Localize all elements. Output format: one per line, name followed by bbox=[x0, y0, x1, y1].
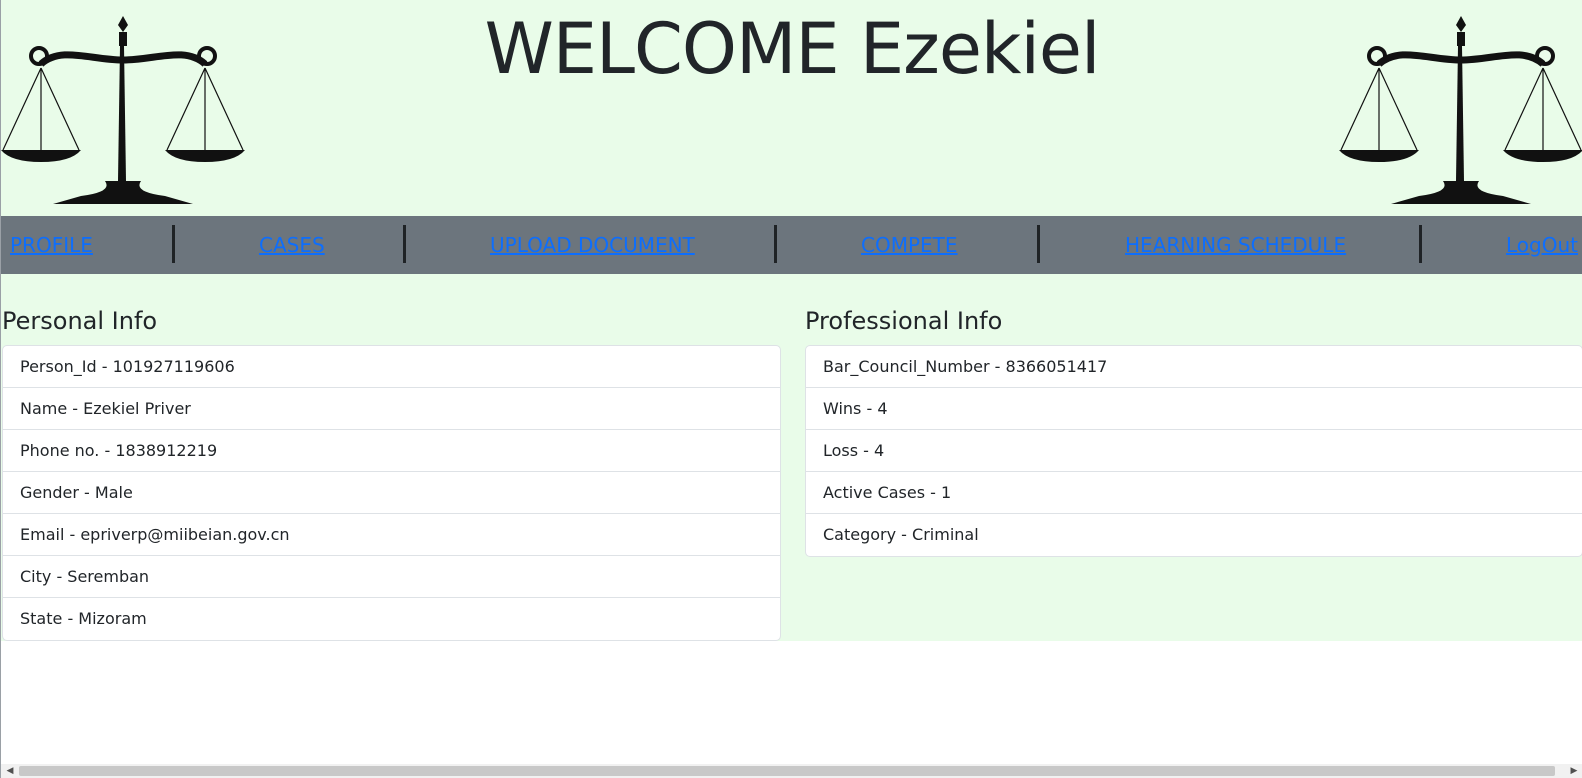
nav-divider bbox=[774, 225, 777, 263]
list-item-email: Email - epriverp@miibeian.gov.cn bbox=[3, 514, 780, 556]
page: WELCOME Ezekiel PROFILE CASES UPLOAD DOC… bbox=[0, 0, 1582, 778]
nav-link-profile[interactable]: PROFILE bbox=[10, 232, 93, 258]
scales-of-justice-icon bbox=[1339, 16, 1582, 204]
nav-link-hearning-schedule[interactable]: HEARNING SCHEDULE bbox=[1125, 232, 1346, 258]
nav-divider bbox=[1037, 225, 1040, 263]
scroll-left-arrow-icon[interactable]: ◀ bbox=[3, 764, 17, 778]
list-item-wins: Wins - 4 bbox=[806, 388, 1582, 430]
nav-link-cases[interactable]: CASES bbox=[259, 232, 325, 258]
scroll-right-arrow-icon[interactable]: ▶ bbox=[1567, 764, 1581, 778]
personal-info-heading: Personal Info bbox=[2, 307, 158, 335]
nav-divider bbox=[1419, 225, 1422, 263]
main-navbar: PROFILE CASES UPLOAD DOCUMENT COMPETE HE… bbox=[1, 216, 1582, 274]
list-item-bar-council-number: Bar_Council_Number - 8366051417 bbox=[806, 346, 1582, 388]
list-item-person-id: Person_Id - 101927119606 bbox=[3, 346, 780, 388]
header-banner: WELCOME Ezekiel bbox=[1, 0, 1582, 216]
nav-link-logout[interactable]: LogOut bbox=[1506, 232, 1578, 258]
professional-info-list: Bar_Council_Number - 8366051417 Wins - 4… bbox=[805, 345, 1582, 557]
nav-divider bbox=[403, 225, 406, 263]
scrollbar-thumb[interactable] bbox=[19, 766, 1555, 776]
list-item-gender: Gender - Male bbox=[3, 472, 780, 514]
list-item-city: City - Seremban bbox=[3, 556, 780, 598]
list-item-category: Category - Criminal bbox=[823, 525, 979, 544]
list-item-name: Name - Ezekiel Priver bbox=[3, 388, 780, 430]
nav-link-compete[interactable]: COMPETE bbox=[861, 232, 958, 258]
horizontal-scrollbar[interactable]: ◀ ▶ bbox=[1, 764, 1582, 778]
nav-link-upload-document[interactable]: UPLOAD DOCUMENT bbox=[490, 232, 695, 258]
profile-content: Personal Info Person_Id - 101927119606 N… bbox=[1, 274, 1582, 641]
list-item-phone: Phone no. - 1838912219 bbox=[3, 430, 780, 472]
professional-info-heading: Professional Info bbox=[805, 307, 1003, 335]
list-item-state: State - Mizoram bbox=[20, 609, 147, 628]
nav-divider bbox=[172, 225, 175, 263]
personal-info-list: Person_Id - 101927119606 Name - Ezekiel … bbox=[2, 345, 781, 641]
list-item-active-cases: Active Cases - 1 bbox=[806, 472, 1582, 514]
list-item-loss: Loss - 4 bbox=[806, 430, 1582, 472]
